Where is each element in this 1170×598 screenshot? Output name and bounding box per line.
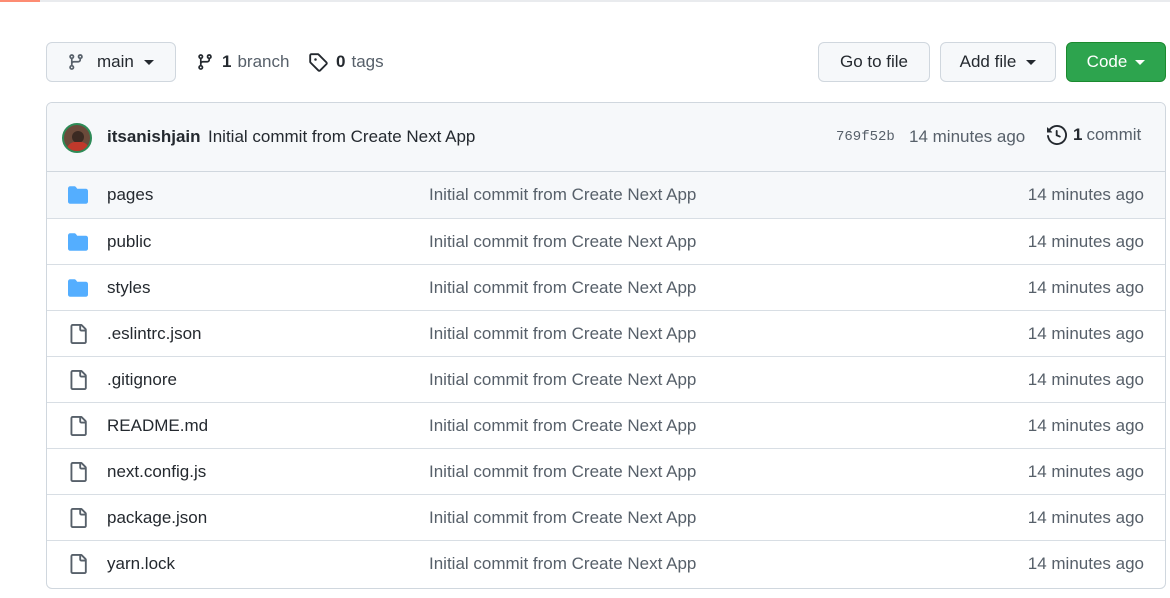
- file-name-link[interactable]: pages: [107, 185, 153, 205]
- file-commit-message-link[interactable]: Initial commit from Create Next App: [429, 416, 696, 436]
- file-commit-message-link[interactable]: Initial commit from Create Next App: [429, 232, 696, 252]
- avatar-body: [67, 142, 89, 151]
- file-name-link[interactable]: next.config.js: [107, 462, 206, 482]
- file-commit-age: 14 minutes ago: [1027, 462, 1144, 481]
- latest-commit-bar: itsanishjain Initial commit from Create …: [47, 103, 1165, 172]
- file-list: pages Initial commit from Create Next App…: [47, 172, 1165, 586]
- code-button[interactable]: Code: [1066, 42, 1166, 82]
- file-commit-age: 14 minutes ago: [1027, 554, 1144, 573]
- file-commit-age: 14 minutes ago: [1027, 232, 1144, 251]
- file-name-link[interactable]: .gitignore: [107, 370, 177, 390]
- current-branch-label: main: [97, 52, 134, 71]
- file-row[interactable]: package.json Initial commit from Create N…: [47, 494, 1165, 540]
- file-commit-age: 14 minutes ago: [1027, 185, 1144, 204]
- tags-link[interactable]: 0 tags: [308, 42, 384, 82]
- add-file-button[interactable]: Add file: [940, 42, 1056, 82]
- commit-count-label: commit: [1086, 125, 1142, 144]
- file-commit-message-link[interactable]: Initial commit from Create Next App: [429, 554, 696, 574]
- go-to-file-button[interactable]: Go to file: [818, 42, 930, 82]
- file-icon: [67, 462, 89, 482]
- chevron-down-icon: [1026, 59, 1037, 65]
- chevron-down-icon: [1135, 59, 1146, 65]
- commit-message-link[interactable]: Initial commit from Create Next App: [208, 127, 475, 147]
- file-commit-message-link[interactable]: Initial commit from Create Next App: [429, 462, 696, 482]
- add-file-label: Add file: [959, 52, 1017, 71]
- file-commit-age: 14 minutes ago: [1027, 324, 1144, 343]
- file-name-link[interactable]: README.md: [107, 416, 208, 436]
- file-row[interactable]: README.md Initial commit from Create Next…: [47, 402, 1165, 448]
- file-name-link[interactable]: public: [107, 232, 151, 252]
- commit-sha-link[interactable]: 769f52b: [836, 129, 895, 145]
- file-name-link[interactable]: styles: [107, 278, 150, 298]
- repo-toolbar: main 1 branch 0 tags Go to file Add file…: [46, 42, 1166, 82]
- file-commit-message-link[interactable]: Initial commit from Create Next App: [429, 370, 696, 390]
- branch-count-label: branch: [237, 52, 290, 71]
- file-row[interactable]: .eslintrc.json Initial commit from Create…: [47, 310, 1165, 356]
- folder-icon: [67, 185, 89, 205]
- file-name-link[interactable]: yarn.lock: [107, 554, 175, 574]
- commit-history-link[interactable]: 1 commit: [1047, 125, 1141, 145]
- file-commit-message-link[interactable]: Initial commit from Create Next App: [429, 324, 696, 344]
- file-commit-age: 14 minutes ago: [1027, 416, 1144, 435]
- file-icon: [67, 416, 89, 436]
- folder-icon: [67, 278, 89, 298]
- avatar[interactable]: [62, 123, 92, 153]
- file-row[interactable]: styles Initial commit from Create Next Ap…: [47, 264, 1165, 310]
- branches-link[interactable]: 1 branch: [196, 42, 289, 82]
- file-row[interactable]: public Initial commit from Create Next Ap…: [47, 218, 1165, 264]
- file-row[interactable]: next.config.js Initial commit from Create…: [47, 448, 1165, 494]
- file-icon: [67, 370, 89, 390]
- git-branch-icon: [69, 54, 83, 70]
- commit-time: 14 minutes ago: [909, 127, 1026, 146]
- code-label: Code: [1086, 52, 1128, 71]
- branch-count: 1: [222, 52, 232, 71]
- file-name-link[interactable]: .eslintrc.json: [107, 324, 201, 344]
- go-to-file-label: Go to file: [839, 52, 909, 71]
- history-icon: [1047, 125, 1067, 145]
- file-row[interactable]: .gitignore Initial commit from Create Nex…: [47, 356, 1165, 402]
- branch-selector-button[interactable]: main: [46, 42, 176, 82]
- commit-count: 1: [1073, 125, 1083, 144]
- file-commit-message-link[interactable]: Initial commit from Create Next App: [429, 185, 696, 205]
- file-icon: [67, 508, 89, 528]
- file-commit-message-link[interactable]: Initial commit from Create Next App: [429, 278, 696, 298]
- git-branch-icon: [198, 54, 212, 70]
- file-row[interactable]: yarn.lock Initial commit from Create Next…: [47, 540, 1165, 586]
- tag-count: 0: [336, 52, 346, 71]
- file-icon: [67, 554, 89, 574]
- file-commit-age: 14 minutes ago: [1027, 508, 1144, 527]
- tag-icon: [309, 53, 328, 72]
- file-browser: itsanishjain Initial commit from Create …: [46, 102, 1166, 589]
- tab-underline: [0, 0, 1170, 2]
- file-icon: [67, 324, 89, 344]
- tag-count-label: tags: [351, 52, 384, 71]
- active-tab-indicator: [0, 0, 40, 2]
- file-commit-age: 14 minutes ago: [1027, 278, 1144, 297]
- file-commit-message-link[interactable]: Initial commit from Create Next App: [429, 508, 696, 528]
- chevron-down-icon: [143, 59, 154, 65]
- file-row[interactable]: pages Initial commit from Create Next App…: [47, 172, 1165, 218]
- folder-icon: [67, 232, 89, 252]
- commit-author-link[interactable]: itsanishjain: [107, 127, 201, 147]
- file-name-link[interactable]: package.json: [107, 508, 207, 528]
- file-commit-age: 14 minutes ago: [1027, 370, 1144, 389]
